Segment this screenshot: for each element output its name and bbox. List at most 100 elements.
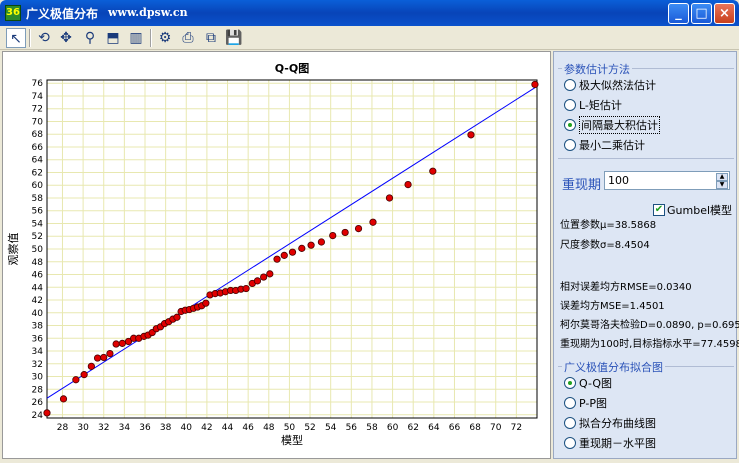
y-tick-label: 30 (32, 373, 44, 383)
x-tick-label: 30 (77, 423, 89, 433)
y-axis-label: 观察值 (6, 233, 20, 266)
window-title: 广义极值分布 (26, 7, 99, 21)
pointer-tool-icon[interactable]: ↖ (6, 28, 26, 48)
close-button[interactable]: × (714, 3, 735, 24)
radio-selected-icon (564, 119, 576, 131)
spin-down-icon[interactable]: ▼ (716, 181, 728, 189)
y-tick-label: 32 (32, 360, 43, 370)
chart-tool-icon[interactable]: ▥ (126, 28, 146, 48)
plot-radio-fit-curve[interactable]: 拟合分布曲线图 (564, 415, 656, 431)
method-label: L-矩估计 (579, 99, 622, 112)
rotate-tool-icon[interactable]: ⟲ (34, 28, 54, 48)
checkbox-checked-icon: ✔ (653, 204, 665, 216)
save-tool-icon[interactable]: 💾 (224, 28, 244, 48)
data-point (93, 354, 102, 362)
move-tool-icon[interactable]: ✥ (56, 28, 76, 48)
data-point (273, 255, 281, 263)
plot-radio-return-level[interactable]: 重现期－水平图 (564, 435, 656, 451)
method-radio-ls[interactable]: 最小二乘估计 (564, 137, 645, 153)
window-url: www.dpsw.cn (108, 6, 188, 19)
app-icon: 36 (5, 5, 21, 21)
y-tick-label: 66 (32, 143, 44, 153)
data-point (385, 194, 394, 202)
y-tick-label: 42 (32, 296, 43, 306)
export-tool-icon[interactable]: ⬒ (103, 28, 123, 48)
plot-label: 重现期－水平图 (579, 437, 656, 450)
x-tick-label: 32 (98, 423, 109, 433)
plot-label: P-P图 (579, 397, 607, 410)
chart-area: 28 30 32 34 36 38 40 42 44 46 48 50 52 54 56 58 60 62 64 66… (2, 51, 551, 459)
y-tick-label: 64 (32, 156, 44, 166)
data-point (329, 232, 337, 240)
y-tick-label: 70 (32, 117, 44, 127)
method-label: 间隔最大积估计 (579, 116, 660, 134)
x-tick-label: 60 (387, 423, 399, 433)
data-point (106, 349, 114, 358)
location-param: 位置参数μ=38.5868 (560, 220, 657, 231)
y-tick-label: 38 (32, 322, 44, 332)
y-tick-label: 62 (32, 168, 43, 178)
y-tick-label: 48 (32, 258, 44, 268)
data-point (202, 299, 210, 307)
data-point (429, 167, 437, 175)
print-tool-icon[interactable]: ⎙ (178, 28, 198, 48)
y-tick-label: 56 (32, 207, 44, 217)
data-point (43, 409, 51, 417)
y-tick-label: 24 (32, 411, 44, 421)
x-tick-label: 72 (511, 423, 522, 433)
toolbar-separator (29, 29, 31, 47)
gumbel-checkbox[interactable]: ✔ Gumbel模型 (653, 203, 732, 217)
data-point (298, 244, 306, 252)
data-point (404, 180, 412, 189)
x-tick-label: 28 (57, 423, 69, 433)
ks-test: 柯尔莫哥洛夫检验D=0.0890, p=0.6954 (560, 320, 739, 331)
data-point (253, 277, 262, 285)
spin-up-icon[interactable]: ▲ (716, 173, 728, 181)
y-tick-label: 52 (32, 232, 43, 242)
data-point (317, 238, 325, 246)
x-tick-label: 50 (284, 423, 296, 433)
title-bar: 36 广义极值分布 www.dpsw.cn _ □ × (0, 0, 739, 26)
y-tick-label: 46 (32, 271, 44, 281)
zoom-tool-icon[interactable]: ⚲ (80, 28, 100, 48)
data-point (266, 270, 274, 278)
radio-icon (564, 417, 576, 429)
y-tick-label: 34 (32, 347, 44, 357)
settings-tool-icon[interactable]: ⚙ (155, 28, 175, 48)
radio-icon (564, 139, 576, 151)
copy-tool-icon[interactable]: ⧉ (201, 28, 221, 48)
plot-radio-qq[interactable]: Q-Q图 (564, 375, 612, 391)
maximize-button[interactable]: □ (691, 3, 712, 24)
scale-param: 尺度参数σ=8.4504 (560, 240, 650, 251)
data-point (341, 228, 349, 237)
method-radio-lmoment[interactable]: L-矩估计 (564, 97, 622, 113)
method-radio-mps[interactable]: 间隔最大积估计 (564, 116, 660, 134)
return-period-spinner[interactable]: 100 ▲ ▼ (604, 171, 730, 190)
x-tick-label: 52 (304, 423, 315, 433)
mse: 误差均方MSE=1.4501 (560, 301, 665, 312)
data-point (307, 241, 315, 249)
x-tick-label: 64 (428, 423, 440, 433)
x-tick-label: 46 (242, 423, 254, 433)
data-point (288, 248, 297, 256)
minimize-button[interactable]: _ (668, 3, 689, 24)
x-tick-label: 68 (469, 423, 481, 433)
plot-radio-pp[interactable]: P-P图 (564, 395, 607, 411)
chart-title: Q-Q图 (275, 62, 309, 75)
method-label: 最小二乘估计 (579, 139, 645, 152)
method-radio-mle[interactable]: 极大似然法估计 (564, 77, 656, 93)
y-tick-label: 28 (32, 385, 44, 395)
data-point (87, 362, 95, 370)
y-tick-label: 58 (32, 194, 44, 204)
data-point (112, 340, 120, 348)
side-panel: 参数估计方法 极大似然法估计 L-矩估计 间隔最大积估计 最小二乘估计 重现期 … (553, 51, 739, 459)
rmse-rel: 相对误差均方RMSE=0.0340 (560, 282, 692, 293)
radio-icon (564, 79, 576, 91)
y-tick-label: 50 (32, 245, 44, 255)
x-tick-label: 34 (119, 423, 131, 433)
x-tick-label: 48 (263, 423, 275, 433)
data-point (80, 371, 88, 379)
return-period-value[interactable]: 100 (608, 174, 629, 187)
data-point (59, 395, 68, 403)
toolbar: ↖ ⟲ ✥ ⚲ ⬒ ▥ ⚙ ⎙ ⧉ 💾 (0, 26, 739, 50)
